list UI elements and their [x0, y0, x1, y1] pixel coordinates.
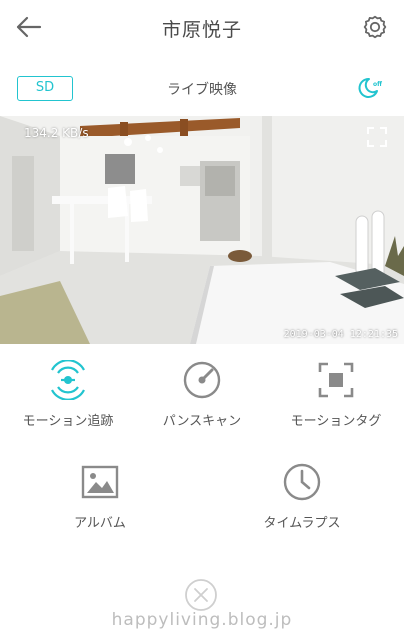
bitrate-readout: 134.2 KB/s — [24, 126, 89, 140]
timelapse-icon — [283, 463, 321, 501]
camera-scene — [0, 116, 404, 344]
pan-scan-button[interactable]: パンスキャン — [142, 360, 262, 429]
live-view-bar: SD ライブ映像 off — [0, 70, 404, 106]
motion-tracking-label: モーション追跡 — [22, 414, 114, 429]
close-icon[interactable] — [184, 578, 218, 612]
album-icon — [81, 465, 119, 499]
timelapse-button[interactable]: タイムラプス — [242, 462, 362, 531]
pan-scan-label: パンスキャン — [162, 414, 242, 429]
motion-tracking-icon — [51, 360, 85, 400]
gear-icon[interactable] — [360, 12, 390, 42]
watermark: happyliving.blog.jp — [111, 610, 293, 630]
motion-tag-icon — [318, 362, 354, 398]
moon-off-icon[interactable]: off — [356, 76, 384, 100]
live-video-feed[interactable]: 134.2 KB/s 2019-03-04 12:21:35 — [0, 116, 404, 344]
album-button[interactable]: アルバム — [40, 462, 160, 531]
motion-tag-label: モーションタグ — [290, 414, 382, 429]
fullscreen-icon[interactable] — [366, 126, 388, 148]
album-label: アルバム — [74, 516, 126, 531]
page-title: 市原悦子 — [161, 19, 242, 41]
timelapse-label: タイムラプス — [263, 516, 341, 531]
live-view-label: ライブ映像 — [167, 82, 237, 98]
motion-tag-button[interactable]: モーションタグ — [276, 360, 396, 429]
motion-tracking-button[interactable]: モーション追跡 — [8, 360, 128, 429]
svg-text:off: off — [373, 81, 382, 88]
header: 市原悦子 — [0, 0, 404, 58]
video-timestamp: 2019-03-04 12:21:35 — [283, 329, 398, 340]
pan-scan-icon — [183, 361, 221, 399]
